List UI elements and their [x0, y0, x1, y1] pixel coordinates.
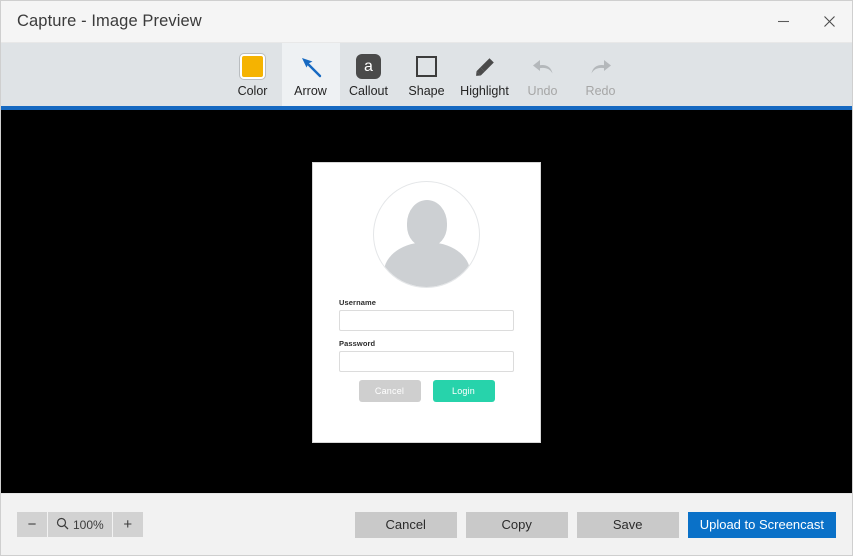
square-shape-icon — [416, 52, 437, 82]
magnifier-icon — [56, 517, 69, 533]
tool-arrow-label: Arrow — [294, 83, 327, 98]
callout-icon: a — [356, 52, 381, 82]
zoom-control: − 100% + — [17, 512, 143, 537]
copy-button[interactable]: Copy — [465, 511, 568, 538]
save-button[interactable]: Save — [576, 511, 679, 538]
tool-callout[interactable]: a Callout — [340, 43, 398, 106]
minimize-button[interactable] — [760, 1, 806, 42]
close-icon — [823, 15, 836, 28]
tool-callout-label: Callout — [349, 83, 388, 98]
close-button[interactable] — [806, 1, 852, 42]
window-title: Capture - Image Preview — [17, 12, 202, 30]
login-form-actions: Cancel Login — [339, 380, 514, 402]
tool-shape-label: Shape — [408, 83, 445, 98]
annotation-toolbar: Color Arrow a Callout Shape Highlight Un… — [1, 43, 852, 106]
color-swatch-icon — [240, 52, 265, 82]
captured-image[interactable]: Username Password Cancel Login — [312, 162, 541, 443]
tool-shape[interactable]: Shape — [398, 43, 456, 106]
window-controls — [760, 1, 852, 42]
user-avatar-icon — [373, 181, 480, 288]
avatar-area — [313, 163, 540, 288]
tool-redo: Redo — [572, 43, 630, 106]
callout-badge-letter: a — [356, 54, 381, 80]
zoom-in-button[interactable]: + — [113, 512, 143, 537]
tool-highlight-label: Highlight — [460, 83, 509, 98]
form-login-button[interactable]: Login — [432, 380, 495, 402]
form-cancel-button[interactable]: Cancel — [358, 380, 421, 402]
tool-highlight[interactable]: Highlight — [456, 43, 514, 106]
zoom-out-button[interactable]: − — [17, 512, 47, 537]
image-canvas[interactable]: Username Password Cancel Login — [1, 110, 852, 493]
highlighter-icon — [472, 52, 498, 82]
arrow-icon — [298, 52, 324, 82]
tool-undo: Undo — [514, 43, 572, 106]
tool-color[interactable]: Color — [224, 43, 282, 106]
title-bar: Capture - Image Preview — [1, 1, 852, 43]
username-label: Username — [339, 298, 377, 307]
tool-redo-label: Redo — [585, 83, 616, 98]
bottom-actions: Cancel Copy Save Upload to Screencast — [354, 511, 836, 538]
tool-arrow[interactable]: Arrow — [281, 43, 340, 106]
username-input[interactable] — [339, 310, 514, 331]
tool-undo-label: Undo — [527, 83, 558, 98]
tool-color-label: Color — [237, 83, 268, 98]
password-input[interactable] — [339, 351, 514, 372]
password-label: Password — [339, 339, 376, 348]
zoom-level-display[interactable]: 100% — [47, 512, 113, 537]
redo-arrow-icon — [588, 52, 614, 82]
tool-list: Color Arrow a Callout Shape Highlight Un… — [224, 43, 630, 106]
undo-arrow-icon — [530, 52, 556, 82]
cancel-button[interactable]: Cancel — [354, 511, 457, 538]
capture-preview-window: Capture - Image Preview Color Arrow a Ca… — [0, 0, 853, 556]
minimize-icon — [777, 15, 790, 28]
bottom-toolbar: − 100% + Cancel Copy Save Upload to Scre… — [1, 493, 852, 555]
login-form: Username Password Cancel Login — [313, 288, 540, 402]
zoom-level-text: 100% — [73, 517, 104, 532]
upload-to-screencast-button[interactable]: Upload to Screencast — [687, 511, 836, 538]
